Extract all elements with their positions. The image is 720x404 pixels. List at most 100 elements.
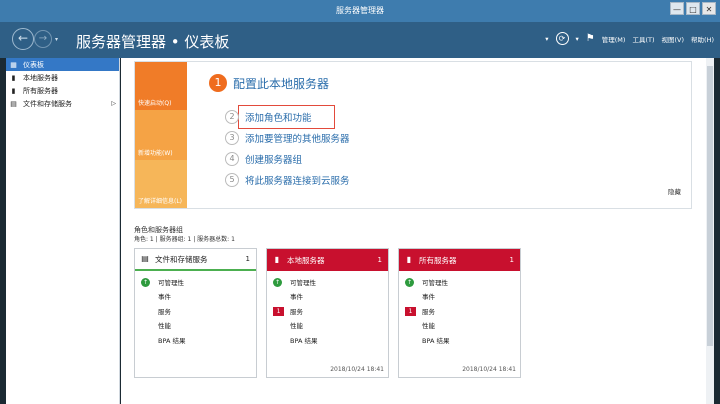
performance-row[interactable]: 性能 (405, 320, 435, 330)
history-dropdown-icon[interactable]: ▾ (55, 36, 58, 43)
alert-count-badge: 1 (405, 306, 416, 316)
step-label: 创建服务器组 (245, 155, 303, 166)
refresh-options-icon[interactable]: ▾ (576, 35, 579, 43)
row-label: BPA 结果 (422, 337, 450, 345)
add-roles-features-link[interactable]: 2 添加角色和功能 (225, 110, 312, 124)
refresh-dropdown-icon[interactable]: ▾ (545, 35, 548, 43)
notification-flag-icon[interactable]: ⚑ (586, 33, 595, 44)
step-number: 5 (225, 173, 239, 187)
sidebar-item-all-servers[interactable]: ▮ 所有服务器 (6, 84, 119, 97)
forward-arrow-icon[interactable]: → (34, 30, 52, 48)
row-label: 事件 (158, 293, 171, 301)
ok-arrow-icon: ↑ (273, 277, 282, 287)
connect-cloud-link[interactable]: 5 将此服务器连接到云服务 (225, 173, 350, 187)
whats-new-label: 新增功能(W) (138, 150, 173, 157)
role-card-all-servers[interactable]: ▮ 所有服务器 1 ↑ 可管理性 事件 1 服务 性能 BPA 结果 2018/10… (398, 248, 521, 378)
navigation-bar: ← → ▾ 服务器管理器 • 仪表板 ▾ ⟳ ▾ ⚑ 管理(M) 工具(T) 视… (0, 22, 720, 58)
minimize-button[interactable]: — (670, 2, 684, 15)
maximize-button[interactable]: □ (686, 2, 700, 15)
whats-new-tab[interactable]: 新增功能(W) (135, 110, 187, 160)
learn-more-tab[interactable]: 了解详细信息(L) (135, 160, 187, 208)
row-label: 事件 (422, 293, 435, 301)
row-label: 服务 (158, 308, 171, 316)
step-number: 3 (225, 131, 239, 145)
card-count: 1 (245, 255, 250, 263)
performance-row[interactable]: 性能 (141, 320, 171, 330)
row-label: 性能 (290, 322, 303, 330)
row-label: BPA 结果 (158, 337, 186, 345)
manageability-row[interactable]: ↑ 可管理性 (141, 277, 184, 287)
menu-help[interactable]: 帮助(H) (691, 34, 714, 44)
services-row[interactable]: 服务 (141, 306, 171, 316)
manageability-row[interactable]: ↑ 可管理性 (273, 277, 316, 287)
step-number: 4 (225, 152, 239, 166)
roles-summary: 角色: 1 | 服务器组: 1 | 服务器总数: 1 (134, 236, 235, 243)
dashboard-icon: ▦ (10, 60, 17, 69)
learn-more-label: 了解详细信息(L) (138, 198, 183, 205)
watermark: 知乎 @知晓云 (588, 371, 703, 391)
storage-icon: ▤ (10, 99, 17, 108)
row-label: 性能 (422, 322, 435, 330)
scrollbar-thumb[interactable] (707, 66, 713, 346)
card-count: 1 (377, 256, 382, 264)
step-label: 添加角色和功能 (245, 113, 312, 124)
row-label: 性能 (158, 322, 171, 330)
close-button[interactable]: ✕ (702, 2, 716, 15)
refresh-icon[interactable]: ⟳ (555, 32, 569, 45)
row-label: BPA 结果 (290, 337, 318, 345)
services-row[interactable]: 1 服务 (273, 306, 303, 316)
card-timestamp: 2018/10/24 18:41 (330, 366, 384, 373)
hide-link[interactable]: 隐藏 (668, 186, 681, 196)
manageability-row[interactable]: ↑ 可管理性 (405, 277, 448, 287)
chevron-right-icon[interactable]: ▷ (111, 100, 116, 107)
card-header[interactable]: ▤ 文件和存储服务 1 (135, 249, 256, 271)
row-label: 可管理性 (158, 279, 184, 287)
menu-view[interactable]: 视图(V) (662, 34, 685, 44)
menu-manage[interactable]: 管理(M) (602, 34, 626, 44)
sidebar-item-label: 仪表板 (23, 60, 44, 69)
step-number: 1 (209, 74, 227, 92)
welcome-nav: 快速启动(Q) 新增功能(W) 了解详细信息(L) (135, 62, 187, 208)
servers-icon: ▮ (11, 86, 16, 95)
events-row[interactable]: 事件 (273, 291, 303, 301)
dashboard-main: 快速启动(Q) 新增功能(W) 了解详细信息(L) 1 配置此本地服务器 2 添… (121, 58, 714, 404)
step-number: 2 (225, 110, 239, 124)
row-label: 可管理性 (422, 279, 448, 287)
alert-count-badge: 1 (273, 306, 284, 316)
bpa-row[interactable]: BPA 结果 (405, 335, 449, 345)
create-server-group-link[interactable]: 4 创建服务器组 (225, 152, 302, 166)
storage-icon: ▤ (141, 254, 149, 263)
step-label: 将此服务器连接到云服务 (245, 176, 350, 187)
server-icon: ▮ (274, 255, 280, 264)
performance-row[interactable]: 性能 (273, 320, 303, 330)
configure-local-server-step[interactable]: 1 配置此本地服务器 (209, 74, 329, 92)
ok-arrow-icon: ↑ (405, 277, 414, 287)
quick-start-label: 快速启动(Q) (138, 100, 172, 107)
card-title: 本地服务器 (287, 255, 325, 265)
services-row[interactable]: 1 服务 (405, 306, 435, 316)
welcome-tile: 快速启动(Q) 新增功能(W) 了解详细信息(L) 1 配置此本地服务器 2 添… (134, 61, 692, 209)
ok-arrow-icon: ↑ (141, 277, 150, 287)
card-timestamp: 2018/10/24 18:41 (462, 366, 516, 373)
add-servers-link[interactable]: 3 添加要管理的其他服务器 (225, 131, 350, 145)
sidebar: ▦ 仪表板 ▮ 本地服务器 ▮ 所有服务器 ▤ 文件和存储服务 ▷ (6, 58, 120, 404)
role-card-local-server[interactable]: ▮ 本地服务器 1 ↑ 可管理性 事件 1 服务 性能 BPA 结果 2018/10… (266, 248, 389, 378)
back-arrow-icon[interactable]: ← (12, 28, 34, 50)
sidebar-item-label: 文件和存储服务 (23, 99, 72, 108)
card-header[interactable]: ▮ 所有服务器 1 (399, 249, 520, 271)
card-header[interactable]: ▮ 本地服务器 1 (267, 249, 388, 271)
sidebar-item-dashboard[interactable]: ▦ 仪表板 (6, 58, 119, 71)
events-row[interactable]: 事件 (405, 291, 435, 301)
events-row[interactable]: 事件 (141, 291, 171, 301)
row-label: 可管理性 (290, 279, 316, 287)
sidebar-item-local-server[interactable]: ▮ 本地服务器 (6, 71, 119, 84)
bpa-row[interactable]: BPA 结果 (273, 335, 317, 345)
bpa-row[interactable]: BPA 结果 (141, 335, 185, 345)
step-label: 配置此本地服务器 (233, 76, 330, 91)
menu-tools[interactable]: 工具(T) (632, 34, 654, 44)
vertical-scrollbar[interactable] (706, 58, 714, 404)
window-title: 服务器管理器 (336, 6, 384, 15)
sidebar-item-file-storage[interactable]: ▤ 文件和存储服务 ▷ (6, 97, 119, 110)
role-card-file-storage[interactable]: ▤ 文件和存储服务 1 ↑ 可管理性 事件 服务 性能 BPA 结果 (134, 248, 257, 378)
quick-start-tab[interactable]: 快速启动(Q) (135, 62, 187, 110)
